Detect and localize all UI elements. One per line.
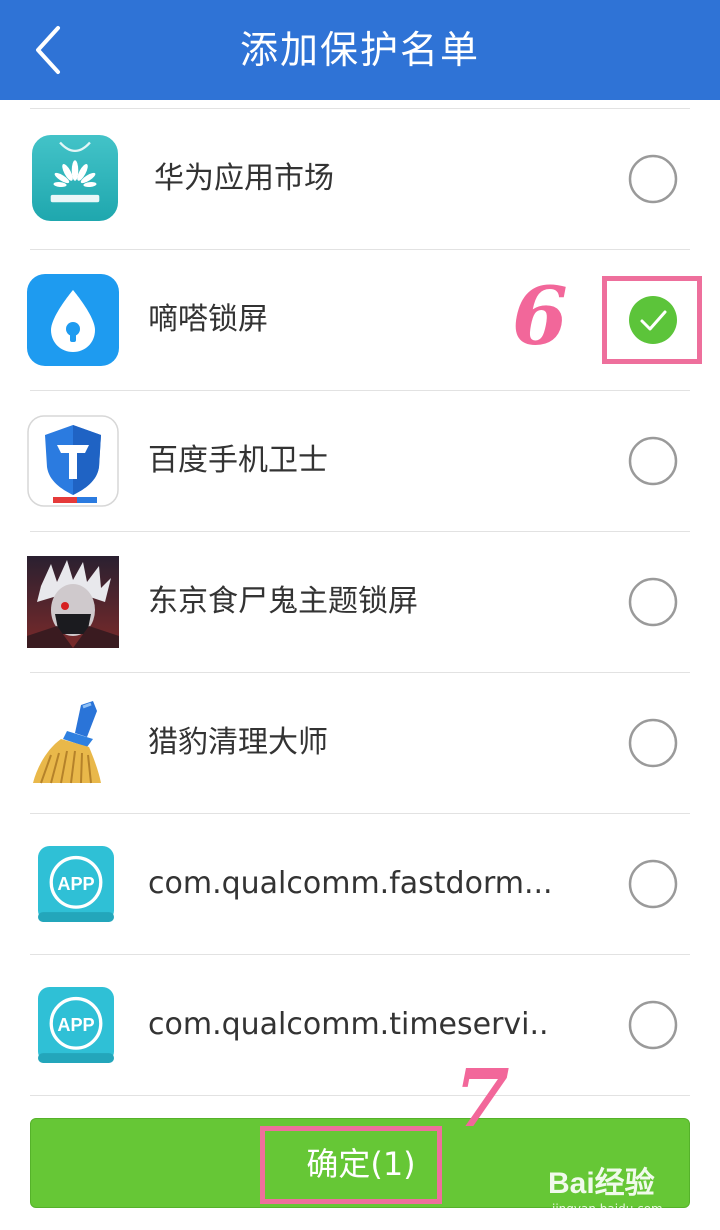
app-name: 东京食尸鬼主题锁屏	[148, 584, 418, 619]
step-number-6: 6	[512, 269, 568, 363]
baidu-guard-icon	[27, 415, 119, 507]
app-name: 猎豹清理大师	[148, 725, 328, 760]
annotation-highlight-checkbox	[602, 276, 702, 364]
radio-unchecked-icon[interactable]	[628, 577, 678, 627]
app-generic-icon: APP	[38, 987, 114, 1063]
step-number-7: 7	[454, 1051, 510, 1145]
list-item[interactable]: 猎豹清理大师	[30, 672, 690, 813]
watermark-brand: Bai经验	[548, 1167, 655, 1200]
radio-unchecked-icon[interactable]	[628, 859, 678, 909]
broom-icon	[33, 701, 101, 784]
watermark-url: jingyan.baidu.com	[552, 1202, 663, 1216]
huawei-appgallery-icon	[32, 135, 118, 221]
app-list: 华为应用市场 嘀嗒锁屏 百度手机卫士 东京食尸鬼主题锁屏 猎豹清理大师 APP …	[0, 109, 720, 1126]
radio-unchecked-icon[interactable]	[628, 154, 678, 204]
list-item[interactable]: APP com.qualcomm.fastdorm...	[30, 813, 690, 954]
app-name: 百度手机卫士	[148, 443, 328, 478]
app-header: 添加保护名单	[0, 0, 720, 100]
app-generic-icon: APP	[38, 846, 114, 922]
svg-text:APP: APP	[57, 1015, 94, 1035]
radio-unchecked-icon[interactable]	[628, 1000, 678, 1050]
app-name: 华为应用市场	[154, 161, 334, 196]
dida-lockscreen-icon	[27, 274, 119, 366]
baidu-jingyan-watermark: Bai经验 jingyan.baidu.com	[548, 1150, 716, 1222]
radio-unchecked-icon[interactable]	[628, 436, 678, 486]
radio-unchecked-icon[interactable]	[628, 718, 678, 768]
list-item[interactable]: 嘀嗒锁屏	[27, 249, 690, 390]
list-item[interactable]: APP com.qualcomm.timeservi..	[30, 954, 690, 1095]
app-name: com.qualcomm.fastdorm...	[148, 866, 553, 901]
page-title: 添加保护名单	[239, 28, 480, 72]
list-item[interactable]: 华为应用市场	[30, 109, 690, 249]
annotation-highlight-confirm	[260, 1126, 442, 1204]
tokyo-ghoul-theme-icon	[27, 556, 119, 648]
list-item[interactable]: 百度手机卫士	[27, 390, 690, 531]
list-item[interactable]: 东京食尸鬼主题锁屏	[27, 531, 690, 672]
app-name: 嘀嗒锁屏	[148, 302, 268, 337]
svg-text:APP: APP	[57, 874, 94, 894]
